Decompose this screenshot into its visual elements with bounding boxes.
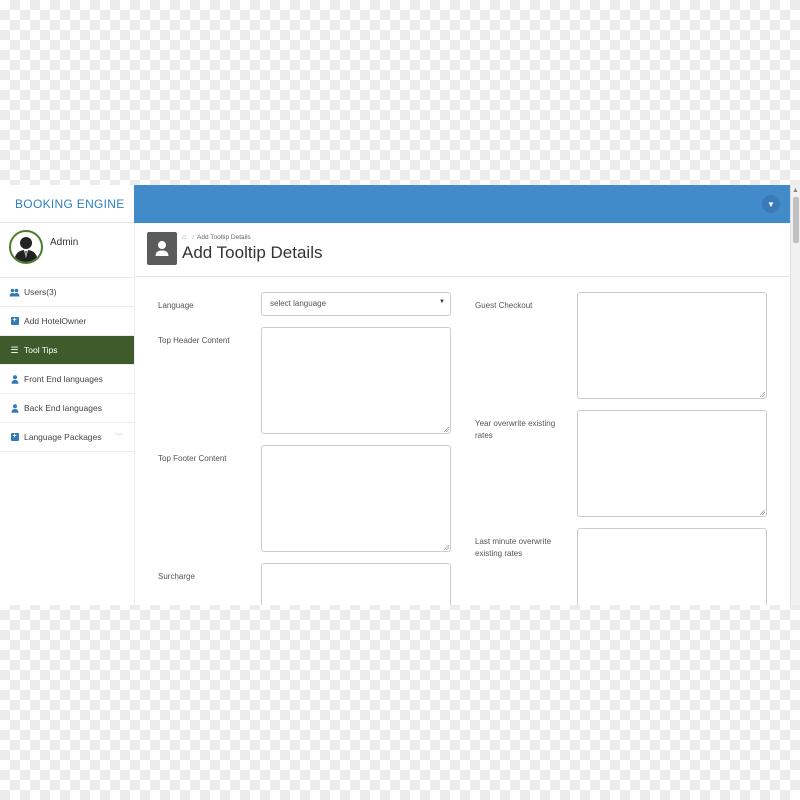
last-minute-overwrite-textarea[interactable] <box>577 528 767 605</box>
top-header-content-textarea[interactable] <box>261 327 451 434</box>
scrollbar-thumb[interactable] <box>793 197 799 243</box>
sidebar-item-front-end-languages[interactable]: Front End languages <box>0 365 134 394</box>
page-header: ⌂ / Add Tooltip Details Add Tooltip Deta… <box>135 223 791 277</box>
language-select-value: select language <box>270 299 327 308</box>
page-scrollbar[interactable]: ▲ <box>790 185 800 605</box>
main-content: ⌂ / Add Tooltip Details Add Tooltip Deta… <box>134 223 791 605</box>
avatar[interactable] <box>9 230 43 264</box>
user-silhouette-icon <box>14 237 38 262</box>
top-navbar: ▼ <box>134 185 790 223</box>
year-overwrite-textarea[interactable] <box>577 410 767 517</box>
bars-icon: ☰ <box>10 344 19 355</box>
sidebar-item-label: Back End languages <box>24 403 102 413</box>
sidebar-item-add-hotelowner[interactable]: + Add HotelOwner <box>0 307 134 336</box>
sidebar-item-language-packages[interactable]: + Language Packages ﹀ <box>0 423 134 452</box>
user-icon <box>147 232 177 265</box>
guest-checkout-textarea[interactable] <box>577 292 767 399</box>
user-menu-button[interactable]: ▼ <box>762 195 780 213</box>
logo-text-thin: ENGINE <box>73 196 125 211</box>
language-select[interactable]: select language ▼ <box>261 292 451 316</box>
sidebar-item-label: Language Packages <box>24 432 102 442</box>
caret-down-icon: ▼ <box>439 299 445 305</box>
resize-grip-icon[interactable] <box>760 510 765 515</box>
resize-grip-icon[interactable] <box>760 392 765 397</box>
plus-square-icon: + <box>10 317 19 325</box>
scroll-up-arrow-icon[interactable]: ▲ <box>792 187 799 194</box>
resize-grip-icon[interactable] <box>444 427 449 432</box>
top-footer-content-label: Top Footer Content <box>158 454 227 463</box>
top-header-content-label: Top Header Content <box>158 336 230 345</box>
year-overwrite-label: Year overwrite existing rates <box>475 419 556 440</box>
breadcrumb-separator: / <box>192 234 195 241</box>
sidebar-item-label: Tool Tips <box>24 345 58 355</box>
user-icon <box>9 374 20 384</box>
plus-square-icon: + <box>10 433 19 441</box>
page-title: Add Tooltip Details <box>182 243 323 262</box>
caret-down-icon: ▼ <box>767 199 775 209</box>
breadcrumb-current: Add Tooltip Details <box>197 234 251 241</box>
sidebar-item-label: Front End languages <box>24 374 103 384</box>
resize-grip-icon[interactable] <box>444 545 449 550</box>
home-icon[interactable]: ⌂ <box>182 234 186 241</box>
sidebar: Admin Users(3) + Add HotelOwner ☰ Tool T… <box>0 223 134 605</box>
sidebar-item-tool-tips[interactable]: ☰ Tool Tips <box>0 336 134 365</box>
app-window: BOOKING ENGINE ▼ Admin Users(3) + Add Ho… <box>0 185 800 605</box>
top-footer-content-textarea[interactable] <box>261 445 451 552</box>
admin-name: Admin <box>50 237 79 248</box>
surcharge-textarea[interactable] <box>261 563 451 605</box>
sidebar-item-users[interactable]: Users(3) <box>0 278 134 307</box>
sidebar-item-label: Add HotelOwner <box>24 316 87 326</box>
profile-panel: Admin <box>0 223 134 278</box>
sidebar-item-back-end-languages[interactable]: Back End languages <box>0 394 134 423</box>
language-label: Language <box>158 301 194 310</box>
user-icon <box>9 403 20 413</box>
logo-bar: BOOKING ENGINE <box>0 185 134 223</box>
booking-engine-logo[interactable]: BOOKING ENGINE <box>15 197 125 211</box>
last-minute-overwrite-label: Last minute overwrite existing rates <box>475 537 552 558</box>
users-icon <box>9 288 20 297</box>
sidebar-item-label: Users(3) <box>24 287 57 297</box>
guest-checkout-label: Guest Checkout <box>475 301 533 310</box>
chevron-down-icon: ﹀ <box>115 434 122 441</box>
breadcrumb: ⌂ / Add Tooltip Details <box>182 234 251 241</box>
logo-text-bold: BOOKING <box>15 196 74 211</box>
surcharge-label: Surcharge <box>158 572 195 581</box>
